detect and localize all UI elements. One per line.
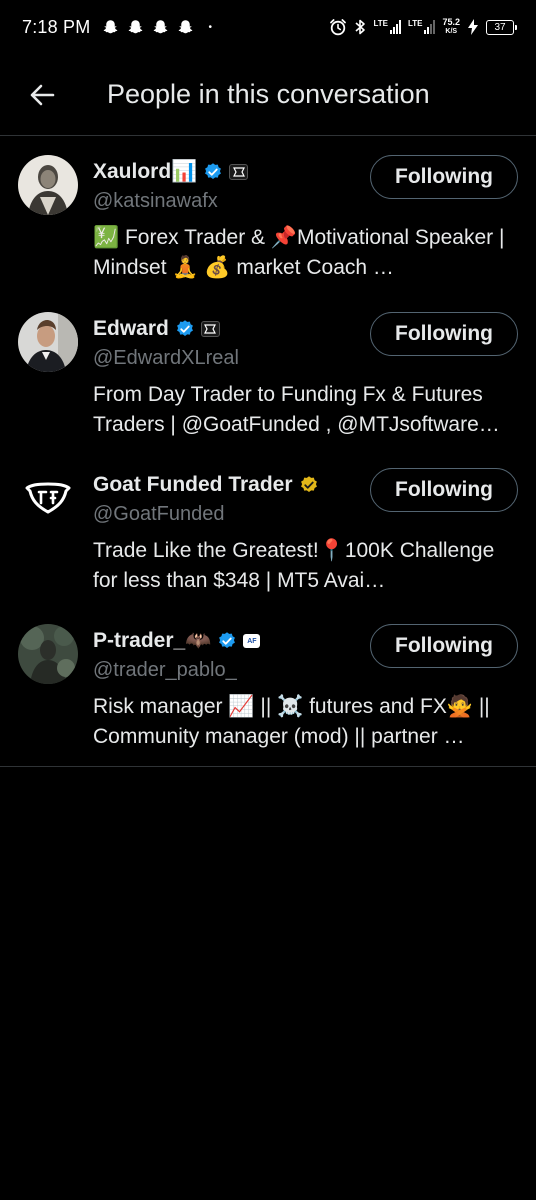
- verified-badge-icon: [205, 163, 222, 179]
- affiliate-badge-icon: [200, 321, 220, 337]
- verified-badge-icon: [219, 632, 236, 648]
- more-notifications-dot: •: [208, 21, 212, 33]
- snapchat-icon: [179, 20, 193, 34]
- goat-funded-logo-icon: [18, 468, 78, 528]
- back-button[interactable]: [20, 73, 64, 117]
- user-row[interactable]: Edward @EdwardXLreal From Day Trader to …: [0, 294, 536, 450]
- network-label: LTE: [407, 19, 423, 28]
- signal-icon: LTE: [373, 20, 401, 34]
- user-row[interactable]: Xaulord📊 @katsinawafx 💹 Forex Trader & 📌…: [0, 137, 536, 294]
- avatar-image: [18, 624, 78, 684]
- avatar-image: [18, 155, 78, 215]
- affiliate-badge-icon: [229, 164, 249, 180]
- charging-icon: [468, 19, 478, 35]
- avatar[interactable]: [18, 312, 78, 372]
- network-speed-unit: K/S: [445, 28, 458, 35]
- display-name[interactable]: Edward: [93, 317, 169, 341]
- alarm-icon: [330, 19, 347, 36]
- display-name[interactable]: Xaulord📊: [93, 160, 197, 184]
- network-label: LTE: [373, 19, 388, 28]
- following-button[interactable]: Following: [370, 468, 518, 512]
- snapchat-icon: [104, 20, 118, 34]
- snapchat-icon: [129, 20, 143, 34]
- display-name[interactable]: Goat Funded Trader: [93, 473, 293, 497]
- avatar[interactable]: [18, 468, 78, 528]
- user-bio: Trade Like the Greatest!📍100K Challenge …: [93, 539, 495, 592]
- user-bio: Risk manager 📈 || ☠️ futures and FX🙅 || …: [93, 695, 490, 748]
- battery-icon: 37: [486, 19, 517, 35]
- bluetooth-icon: [355, 19, 366, 35]
- following-button[interactable]: Following: [370, 624, 518, 668]
- user-bio: From Day Trader to Funding Fx & Futures …: [93, 383, 500, 436]
- status-time: 7:18 PM: [22, 16, 91, 37]
- network-speed-value: 75.2: [442, 17, 460, 27]
- verified-organization-badge-icon: [300, 476, 317, 492]
- snapchat-icon: [154, 20, 168, 34]
- status-bar-left: 7:18 PM •: [22, 17, 212, 38]
- following-button[interactable]: Following: [370, 155, 518, 199]
- affiliate-badge-icon: AF: [243, 634, 261, 648]
- avatar[interactable]: [18, 155, 78, 215]
- user-list: Xaulord📊 @katsinawafx 💹 Forex Trader & 📌…: [0, 137, 536, 767]
- arrow-left-icon: [30, 84, 55, 105]
- display-name[interactable]: P-trader_🦇: [93, 629, 211, 653]
- avatar-image: [18, 312, 78, 372]
- top-app-bar: People in this conversation: [0, 54, 536, 136]
- following-button[interactable]: Following: [370, 312, 518, 356]
- network-speed: 75.2 K/S: [442, 18, 460, 36]
- signal-icon: LTE: [408, 20, 436, 34]
- page-title: People in this conversation: [107, 79, 430, 109]
- status-bar-right: LTE LTE 75.2 K/S 37: [329, 18, 517, 36]
- user-bio: 💹 Forex Trader & 📌Motivational Speaker |…: [93, 226, 505, 279]
- verified-badge-icon: [176, 320, 193, 336]
- status-bar: 7:18 PM • LTE LTE 75.2 K/S 37: [0, 0, 536, 54]
- user-row[interactable]: Goat Funded Trader @GoatFunded Trade Lik…: [0, 450, 536, 606]
- user-row[interactable]: P-trader_🦇 AF @trader_pablo_ Risk manage…: [0, 606, 536, 766]
- avatar[interactable]: [18, 624, 78, 684]
